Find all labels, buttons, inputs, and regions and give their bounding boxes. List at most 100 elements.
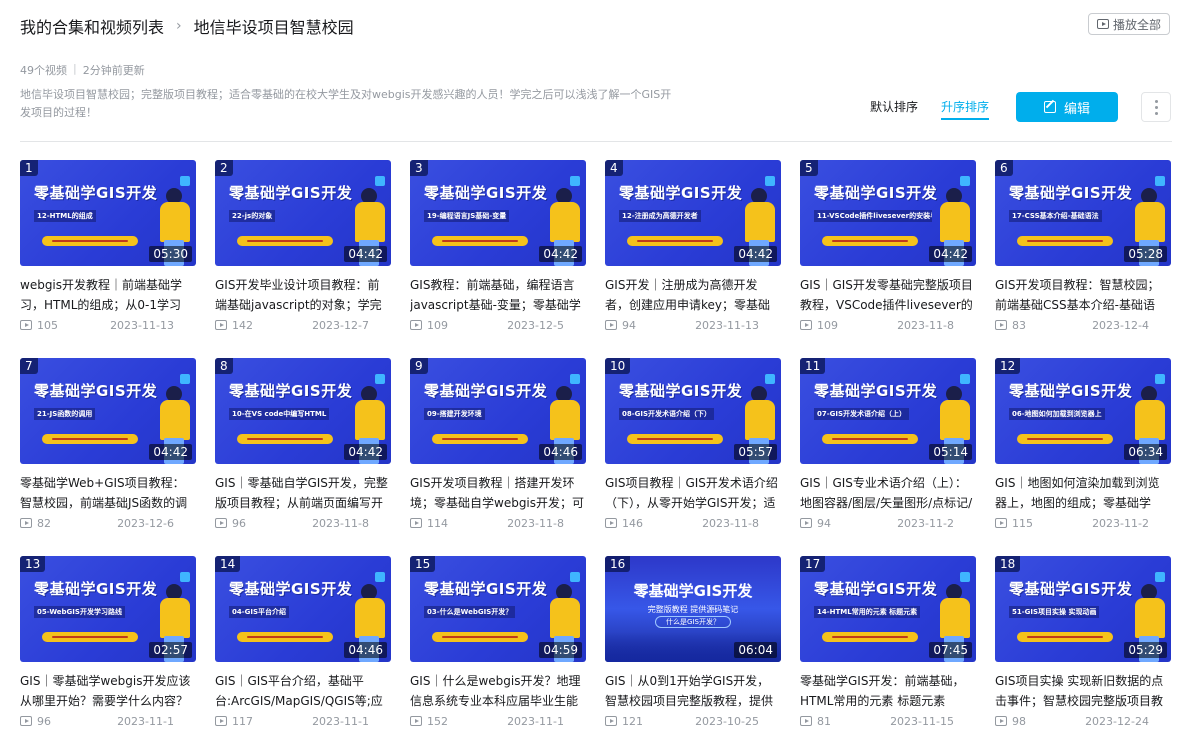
video-thumbnail[interactable]: 4 零基础学GIS开发 12-注册成为高德开发者 04:42 — [605, 160, 781, 266]
thumbnail-pill — [432, 434, 528, 444]
play-count: 81 — [817, 714, 831, 728]
video-card[interactable]: 6 零基础学GIS开发 17-CSS基本介绍-基础语法 05:28 GIS开发项… — [995, 160, 1171, 358]
video-thumbnail[interactable]: 16 零基础学GIS开发 完整版教程 提供源码笔记 什么是GIS开发？ 06:0… — [605, 556, 781, 662]
video-stats: 96 2023-11-8 — [215, 514, 391, 532]
video-title[interactable]: GIS｜什么是webgis开发？地理信息系统专业本科应届毕业生能学得 — [410, 671, 586, 711]
video-thumbnail[interactable]: 8 零基础学GIS开发 10-在VS code中编写HTML 04:42 — [215, 358, 391, 464]
sort-ascending[interactable]: 升序排序 — [941, 98, 990, 120]
gis-badge-icon — [375, 572, 385, 582]
breadcrumb-root[interactable]: 我的合集和视频列表 — [20, 14, 164, 38]
video-thumbnail[interactable]: 17 零基础学GIS开发 14-HTML常用的元素 标题元素 07:45 — [800, 556, 976, 662]
video-thumbnail[interactable]: 1 零基础学GIS开发 12-HTML的组成 05:30 — [20, 160, 196, 266]
video-title[interactable]: GIS｜零基础学webgis开发应该从哪里开始？需要学什么内容？测绘/ — [20, 671, 196, 711]
play-count-icon — [410, 518, 422, 528]
video-title[interactable]: GIS开发项目教程｜搭建开发环境；零基础自学webgis开发；可用作毕 — [410, 473, 586, 513]
video-title[interactable]: 零基础学GIS开发：前端基础，HTML常用的元素 标题元素 — [800, 671, 976, 711]
publish-date: 2023-12-5 — [507, 318, 564, 332]
video-thumbnail[interactable]: 12 零基础学GIS开发 06-地图如何加载到浏览器上 06:34 — [995, 358, 1171, 464]
video-title[interactable]: GIS｜从0到1开始学GIS开发，智慧校园项目完整版教程，提供源码笔 — [605, 671, 781, 711]
play-count: 142 — [232, 318, 253, 332]
thumbnail-subtitle: 05-WebGIS开发学习路线 — [34, 606, 125, 618]
video-thumbnail[interactable]: 14 零基础学GIS开发 04-GIS平台介绍 04:46 — [215, 556, 391, 662]
video-card[interactable]: 12 零基础学GIS开发 06-地图如何加载到浏览器上 06:34 GIS｜地图… — [995, 358, 1171, 556]
video-card[interactable]: 5 零基础学GIS开发 11-VSCode插件livesever的安装与作用 0… — [800, 160, 976, 358]
thumbnail-pill — [1017, 632, 1113, 642]
publish-date: 2023-11-8 — [312, 516, 369, 530]
video-thumbnail[interactable]: 13 零基础学GIS开发 05-WebGIS开发学习路线 02:57 — [20, 556, 196, 662]
video-stats: 81 2023-11-15 — [800, 712, 976, 730]
edit-button[interactable]: 编辑 — [1016, 92, 1118, 122]
video-stats: 146 2023-11-8 — [605, 514, 781, 532]
play-count-icon — [995, 716, 1007, 726]
thumbnail-subtitle: 06-地图如何加载到浏览器上 — [1009, 408, 1105, 420]
video-duration: 05:28 — [1124, 246, 1167, 262]
video-card[interactable]: 8 零基础学GIS开发 10-在VS code中编写HTML 04:42 GIS… — [215, 358, 391, 556]
thumbnail-subtitle: 17-CSS基本介绍-基础语法 — [1009, 210, 1102, 222]
video-thumbnail[interactable]: 5 零基础学GIS开发 11-VSCode插件livesever的安装与作用 0… — [800, 160, 976, 266]
video-card[interactable]: 2 零基础学GIS开发 22-js的对象 04:42 GIS开发毕业设计项目教程… — [215, 160, 391, 358]
video-card[interactable]: 18 零基础学GIS开发 51-GIS项目实操 实现动画 05:29 GIS项目… — [995, 556, 1171, 736]
video-card[interactable]: 1 零基础学GIS开发 12-HTML的组成 05:30 webgis开发教程｜… — [20, 160, 196, 358]
video-thumbnail[interactable]: 2 零基础学GIS开发 22-js的对象 04:42 — [215, 160, 391, 266]
play-count-icon — [800, 716, 812, 726]
video-thumbnail[interactable]: 3 零基础学GIS开发 19-编程语言JS基础-变量 04:42 — [410, 160, 586, 266]
video-title[interactable]: GIS｜GIS专业术语介绍（上）：地图容器/图层/矢量图形/点标记/地图 — [800, 473, 976, 513]
thumbnail-banner: 零基础学GIS开发 — [229, 184, 353, 202]
thumbnail-pill — [1017, 434, 1113, 444]
video-card[interactable]: 3 零基础学GIS开发 19-编程语言JS基础-变量 04:42 GIS教程：前… — [410, 160, 586, 358]
video-thumbnail[interactable]: 15 零基础学GIS开发 03-什么是WebGIS开发？ 04:59 — [410, 556, 586, 662]
video-card[interactable]: 4 零基础学GIS开发 12-注册成为高德开发者 04:42 GIS开发｜注册成… — [605, 160, 781, 358]
publish-date: 2023-11-8 — [702, 516, 759, 530]
play-count: 121 — [622, 714, 643, 728]
thumbnail-pill — [432, 236, 528, 246]
video-title[interactable]: webgis开发教程｜前端基础学习，HTML的组成；从0-1学习webgis开 — [20, 275, 196, 315]
video-card[interactable]: 11 零基础学GIS开发 07-GIS开发术语介绍（上） 05:14 GIS｜G… — [800, 358, 976, 556]
video-card[interactable]: 10 零基础学GIS开发 08-GIS开发术语介绍（下） 05:57 GIS项目… — [605, 358, 781, 556]
video-card[interactable]: 13 零基础学GIS开发 05-WebGIS开发学习路线 02:57 GIS｜零… — [20, 556, 196, 736]
thumbnail-pill — [237, 434, 333, 444]
video-stats: 109 2023-12-5 — [410, 316, 586, 334]
video-card[interactable]: 7 零基础学GIS开发 21-JS函数的调用 04:42 零基础学Web+GIS… — [20, 358, 196, 556]
video-index: 6 — [995, 160, 1013, 176]
play-count: 146 — [622, 516, 643, 530]
video-title[interactable]: GIS项目教程｜GIS开发术语介绍（下），从零开始学GIS开发；适合 — [605, 473, 781, 513]
video-card[interactable]: 17 零基础学GIS开发 14-HTML常用的元素 标题元素 07:45 零基础… — [800, 556, 976, 736]
video-card[interactable]: 16 零基础学GIS开发 完整版教程 提供源码笔记 什么是GIS开发？ 06:0… — [605, 556, 781, 736]
video-index: 14 — [215, 556, 241, 572]
breadcrumb: 我的合集和视频列表 › 地信毕设项目智慧校园 — [20, 14, 354, 38]
video-title[interactable]: GIS开发毕业设计项目教程：前端基础javascript的对象；学完了解完整 — [215, 275, 391, 315]
video-index: 2 — [215, 160, 233, 176]
video-title[interactable]: GIS开发｜注册成为高德开发者，创建应用申请key；零基础学webgis — [605, 275, 781, 315]
video-card[interactable]: 9 零基础学GIS开发 09-搭建开发环境 04:46 GIS开发项目教程｜搭建… — [410, 358, 586, 556]
video-title[interactable]: GIS｜零基础自学GIS开发，完整版项目教程；从前端页面编写开始， — [215, 473, 391, 513]
video-duration: 05:14 — [929, 444, 972, 460]
video-duration: 04:42 — [929, 246, 972, 262]
video-title[interactable]: GIS｜GIS开发零基础完整版项目教程，VSCode插件livesever的作用 — [800, 275, 976, 315]
video-card[interactable]: 14 零基础学GIS开发 04-GIS平台介绍 04:46 GIS｜GIS平台介… — [215, 556, 391, 736]
thumbnail-subtitle: 12-注册成为高德开发者 — [619, 210, 701, 222]
sort-default[interactable]: 默认排序 — [870, 98, 918, 115]
video-duration: 07:45 — [929, 642, 972, 658]
publish-date: 2023-10-25 — [695, 714, 759, 728]
video-card[interactable]: 15 零基础学GIS开发 03-什么是WebGIS开发？ 04:59 GIS｜什… — [410, 556, 586, 736]
video-thumbnail[interactable]: 11 零基础学GIS开发 07-GIS开发术语介绍（上） 05:14 — [800, 358, 976, 464]
publish-date: 2023-12-4 — [1092, 318, 1149, 332]
video-title[interactable]: GIS｜GIS平台介绍，基础平台:ArcGIS/MapGIS/QGIS等;应用平 — [215, 671, 391, 711]
thumbnail-subtitle: 07-GIS开发术语介绍（上） — [814, 408, 910, 420]
video-title[interactable]: GIS教程：前端基础，编程语言javascript基础-变量；零基础学 — [410, 275, 586, 315]
video-title[interactable]: GIS开发项目教程：智慧校园；前端基础CSS基本介绍-基础语法；零基 — [995, 275, 1171, 315]
video-title[interactable]: GIS项目实操 实现新旧数据的点击事件；智慧校园完整版项目教程； — [995, 671, 1171, 711]
play-count-icon — [215, 716, 227, 726]
video-thumbnail[interactable]: 18 零基础学GIS开发 51-GIS项目实操 实现动画 05:29 — [995, 556, 1171, 662]
video-thumbnail[interactable]: 7 零基础学GIS开发 21-JS函数的调用 04:42 — [20, 358, 196, 464]
more-options-button[interactable] — [1141, 92, 1171, 122]
video-thumbnail[interactable]: 10 零基础学GIS开发 08-GIS开发术语介绍（下） 05:57 — [605, 358, 781, 464]
play-all-button[interactable]: 播放全部 — [1087, 13, 1170, 35]
video-thumbnail[interactable]: 6 零基础学GIS开发 17-CSS基本介绍-基础语法 05:28 — [995, 160, 1171, 266]
video-title[interactable]: 零基础学Web+GIS项目教程：智慧校园，前端基础JS函数的调用；提 — [20, 473, 196, 513]
gis-badge-icon — [180, 374, 190, 384]
collection-description: 地信毕设项目智慧校园；完整版项目教程；适合零基础的在校大学生及对webgis开发… — [20, 88, 672, 119]
video-thumbnail[interactable]: 9 零基础学GIS开发 09-搭建开发环境 04:46 — [410, 358, 586, 464]
gis-badge-icon — [960, 572, 970, 582]
video-title[interactable]: GIS｜地图如何渲染加载到浏览器上，地图的组成；零基础学GIS开 — [995, 473, 1171, 513]
